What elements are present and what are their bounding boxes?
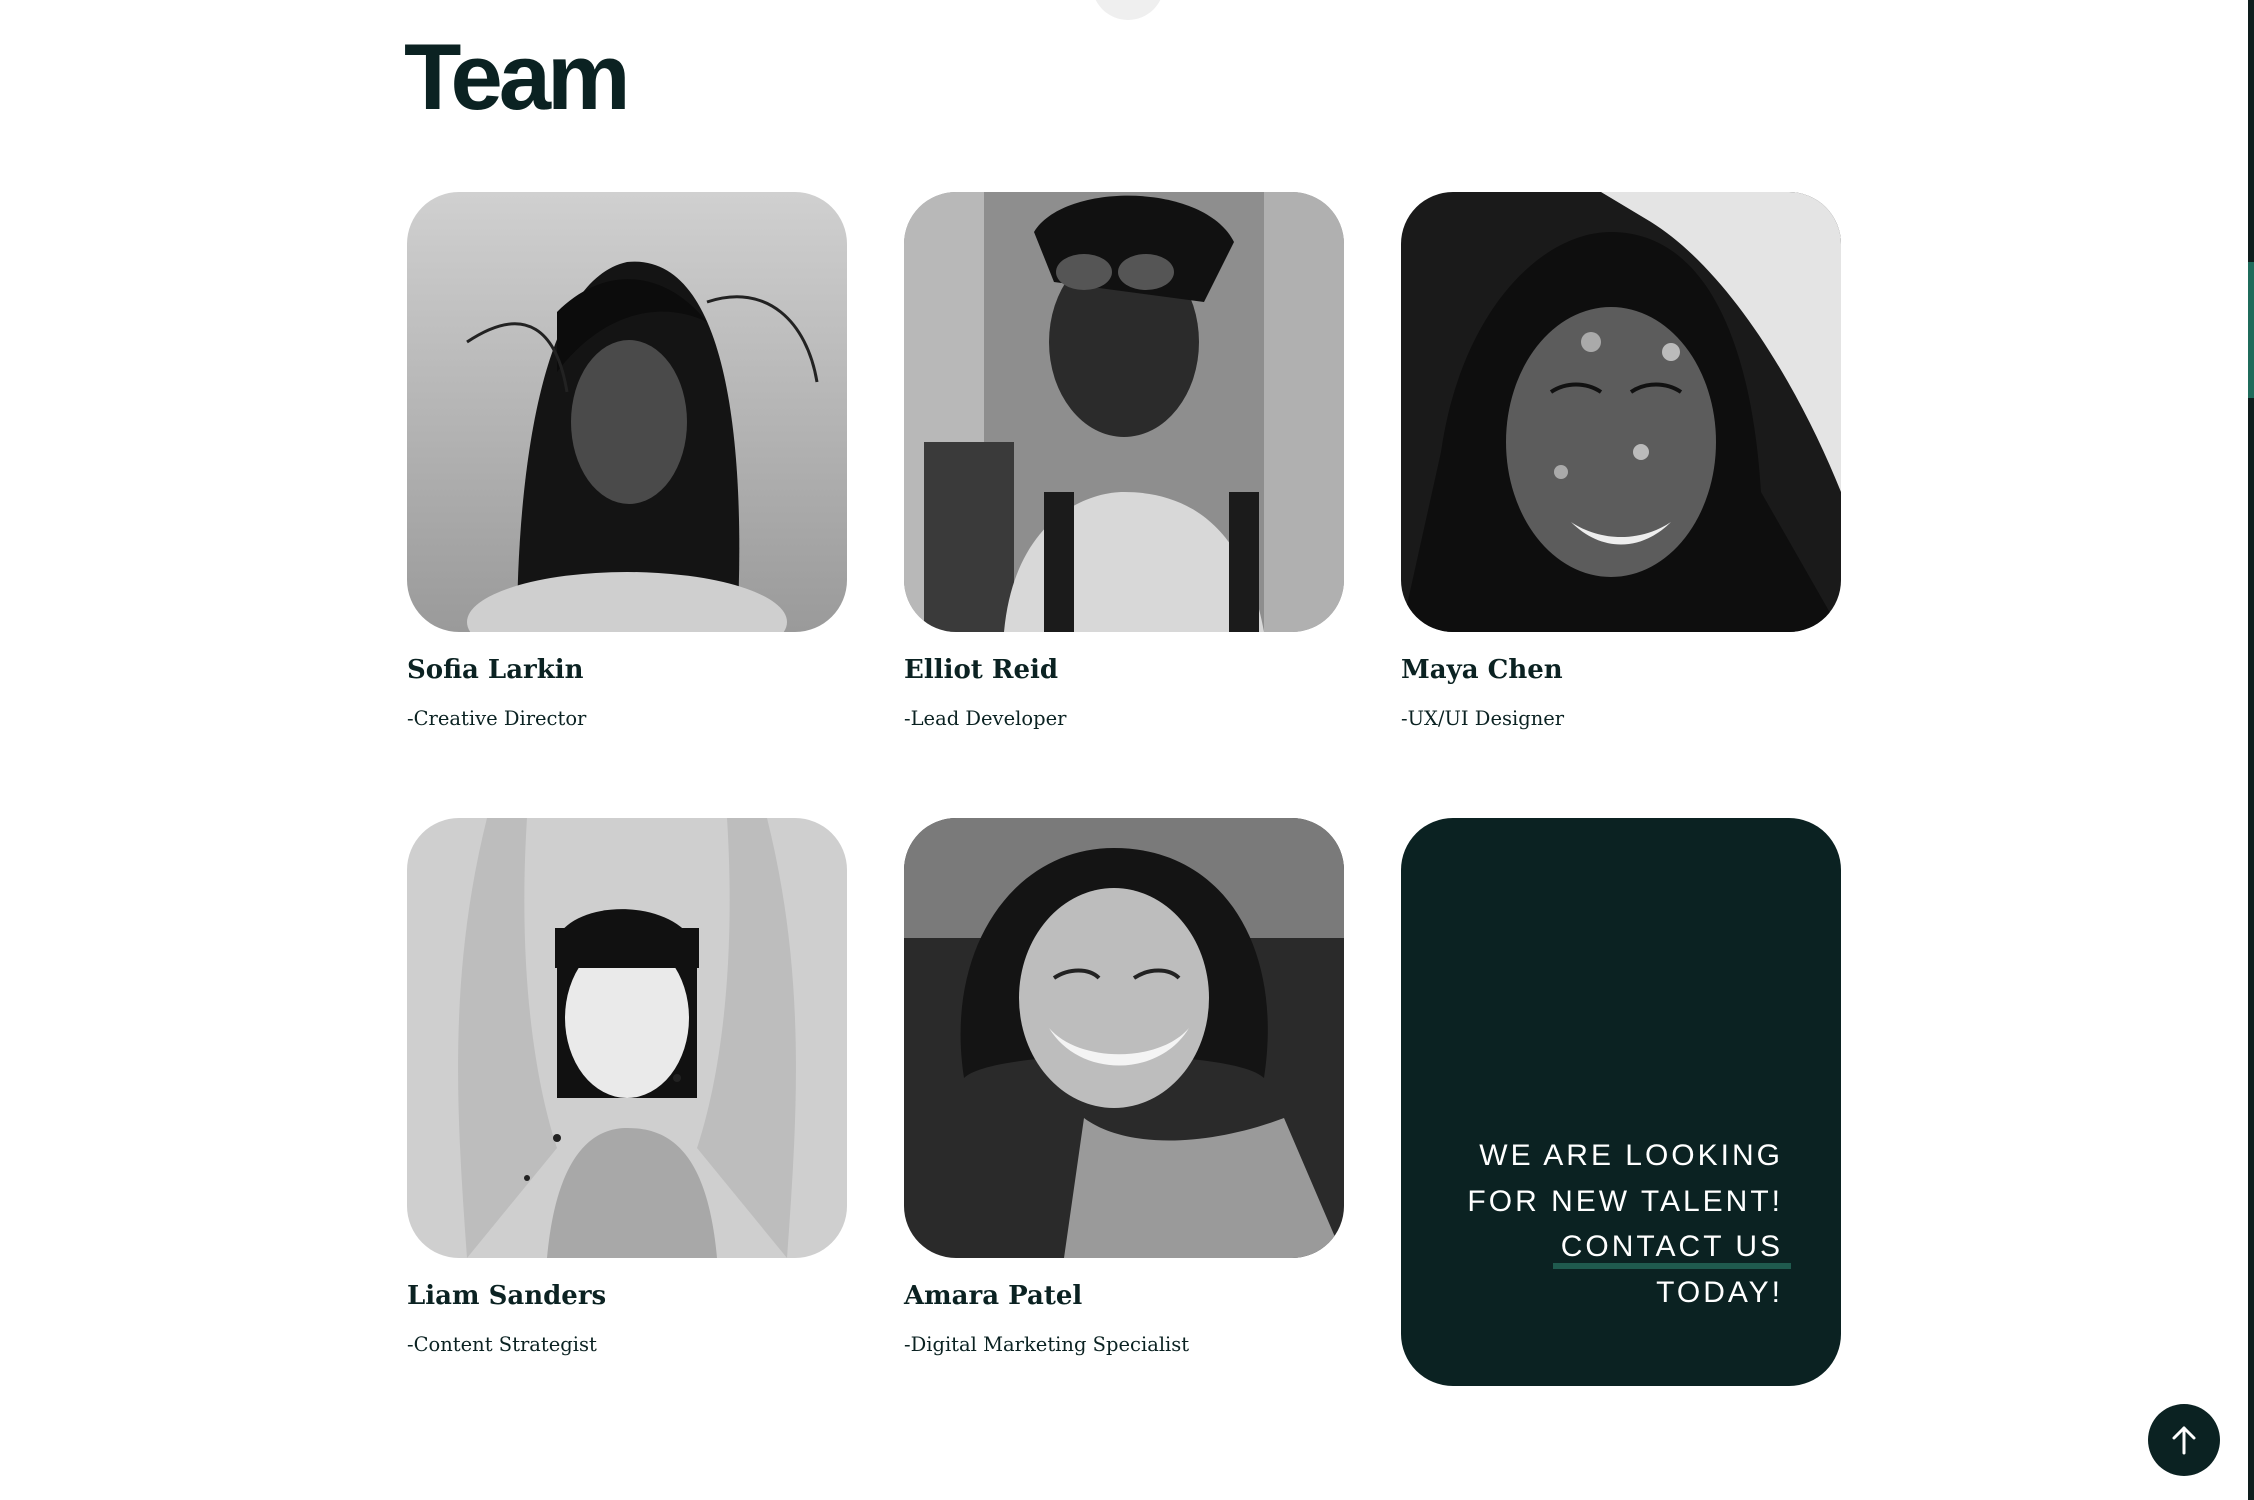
member-role: -Digital Marketing Specialist: [904, 1333, 1190, 1356]
team-photo: [904, 818, 1344, 1258]
back-to-top-button[interactable]: [2148, 1404, 2220, 1476]
team-card: Amara Patel -Digital Marketing Specialis…: [904, 818, 1344, 1356]
contact-us-link[interactable]: CONTACT US: [1552, 1230, 1791, 1269]
cta-line-2: FOR NEW TALENT!: [1467, 1184, 1783, 1218]
team-page: Team Sofia Larkin -Creative Director Ell…: [0, 0, 2254, 1500]
member-name: Sofia Larkin: [407, 655, 584, 685]
portrait-image: [904, 192, 1344, 632]
team-card: Elliot Reid -Lead Developer: [904, 192, 1344, 730]
team-photo: [1401, 192, 1841, 632]
arrow-up-icon: [2172, 1426, 2196, 1455]
member-role: -Creative Director: [407, 707, 587, 730]
top-circle-button[interactable]: [1092, 0, 1164, 20]
scrollbar[interactable]: [2248, 0, 2254, 1500]
member-role: -Lead Developer: [904, 707, 1067, 730]
portrait-image: [904, 818, 1344, 1258]
member-role: -Content Strategist: [407, 1333, 597, 1356]
cta-line-1: WE ARE LOOKING: [1479, 1139, 1783, 1172]
cta-text: WE ARE LOOKING FOR NEW TALENT! CONTACT U…: [1467, 1133, 1791, 1315]
team-card: Sofia Larkin -Creative Director: [407, 192, 847, 730]
member-name: Elliot Reid: [904, 655, 1059, 685]
section-title: Team: [404, 24, 631, 129]
team-card: Maya Chen -UX/UI Designer: [1401, 192, 1841, 730]
portrait-image: [407, 818, 847, 1258]
member-name: Maya Chen: [1401, 655, 1563, 685]
cta-line-4: TODAY!: [1656, 1275, 1783, 1309]
team-photo: [904, 192, 1344, 632]
member-name: Amara Patel: [904, 1281, 1083, 1311]
hiring-cta-card: WE ARE LOOKING FOR NEW TALENT! CONTACT U…: [1401, 818, 1841, 1386]
team-card: Liam Sanders -Content Strategist: [407, 818, 847, 1356]
portrait-image: [407, 192, 847, 632]
team-photo: [407, 192, 847, 632]
cta-line-3: CONTACT US: [1467, 1224, 1791, 1270]
portrait-image: [1401, 192, 1841, 632]
scrollbar-thumb[interactable]: [2248, 262, 2254, 398]
member-name: Liam Sanders: [407, 1281, 607, 1311]
member-role: -UX/UI Designer: [1401, 707, 1565, 730]
team-photo: [407, 818, 847, 1258]
